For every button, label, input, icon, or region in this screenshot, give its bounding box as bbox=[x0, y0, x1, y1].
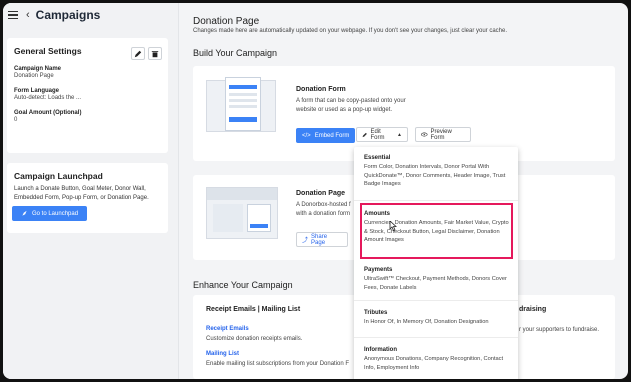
goal-amount-value: 0 bbox=[14, 117, 18, 123]
divider bbox=[354, 337, 518, 338]
launchpad-description: Launch a Donate Button, Goal Meter, Dono… bbox=[14, 186, 149, 201]
payments-items: UltraSwift™ Checkout, Payment Methods, D… bbox=[364, 276, 507, 291]
dropdown-item-amounts[interactable]: Amounts Currencies, Donation Amounts, Fa… bbox=[364, 211, 512, 245]
caret-up-icon: ▲ bbox=[397, 131, 402, 138]
campaign-name-label: Campaign Name bbox=[14, 66, 62, 72]
rocket-icon bbox=[22, 210, 27, 216]
code-icon: </> bbox=[302, 132, 311, 139]
donation-page-description-1: A Donorbox-hosted f bbox=[296, 202, 351, 208]
main-subtitle: Changes made here are automatically upda… bbox=[193, 28, 508, 34]
dropdown-item-payments[interactable]: Payments UltraSwift™ Checkout, Payment M… bbox=[364, 267, 512, 292]
donation-form-thumbnail bbox=[206, 77, 276, 132]
build-section-title: Build Your Campaign bbox=[193, 48, 278, 58]
launchpad-card: Campaign Launchpad Launch a Donate Butto… bbox=[7, 163, 168, 233]
preview-form-label: Preview Form bbox=[430, 128, 452, 141]
mouse-cursor-icon bbox=[389, 221, 397, 231]
donation-form-description: A form that can be copy-pasted onto your… bbox=[296, 98, 406, 113]
essential-items: Form Color, Donation Intervals, Donor Po… bbox=[364, 164, 506, 187]
page-title: Campaigns bbox=[35, 8, 101, 22]
preview-form-button[interactable]: Preview Form bbox=[415, 127, 471, 142]
back-chevron-icon[interactable]: ‹ bbox=[26, 9, 30, 21]
information-heading: Information bbox=[364, 347, 397, 353]
edit-button[interactable] bbox=[131, 47, 145, 60]
dropdown-item-tributes[interactable]: Tributes In Honor Of, In Memory Of, Dona… bbox=[364, 310, 512, 327]
trash-icon bbox=[151, 50, 159, 57]
donation-form-title: Donation Form bbox=[296, 86, 346, 93]
embed-form-label: Embed Form bbox=[314, 132, 350, 139]
dropdown-item-essential[interactable]: Essential Form Color, Donation Intervals… bbox=[364, 155, 512, 189]
divider bbox=[354, 200, 518, 201]
pencil-icon bbox=[134, 50, 142, 57]
form-language-value: Auto-detect: Loads the ... bbox=[14, 95, 82, 101]
form-language-label: Form Language bbox=[14, 88, 60, 94]
essential-heading: Essential bbox=[364, 155, 391, 161]
share-page-button[interactable]: ⤴ Share Page bbox=[296, 232, 348, 247]
sidebar-header: ‹ Campaigns bbox=[3, 3, 179, 27]
receipt-mailing-title: Receipt Emails | Mailing List bbox=[206, 306, 301, 313]
fundraising-title: draising bbox=[519, 306, 547, 313]
fundraising-description: r your supporters to fundraise. bbox=[519, 327, 600, 333]
donation-page-title: Donation Page bbox=[296, 190, 346, 197]
tributes-heading: Tributes bbox=[364, 310, 388, 316]
dropdown-item-information[interactable]: Information Anonymous Donations, Company… bbox=[364, 347, 512, 372]
sidebar: ‹ Campaigns General Settings Campaign Na… bbox=[3, 3, 179, 379]
mailing-list-link[interactable]: Mailing List bbox=[206, 351, 239, 357]
donation-page-thumbnail bbox=[206, 187, 278, 239]
divider bbox=[354, 300, 518, 301]
go-to-launchpad-label: Go to Launchpad bbox=[32, 210, 79, 217]
embed-form-button[interactable]: </> Embed Form bbox=[296, 128, 356, 143]
receipt-emails-link[interactable]: Receipt Emails bbox=[206, 326, 249, 332]
go-to-launchpad-button[interactable]: Go to Launchpad bbox=[12, 206, 88, 221]
edit-form-button[interactable]: Edit Form ▲ bbox=[356, 127, 408, 142]
enhance-section-title: Enhance Your Campaign bbox=[193, 280, 293, 290]
edit-form-dropdown: Essential Form Color, Donation Intervals… bbox=[354, 147, 518, 379]
payments-heading: Payments bbox=[364, 267, 393, 273]
tributes-items: In Honor Of, In Memory Of, Donation Desi… bbox=[364, 319, 489, 325]
campaign-name-value: Donation Page bbox=[14, 73, 54, 79]
donation-page-description-2: with a donation form bbox=[296, 211, 351, 217]
menu-icon[interactable] bbox=[8, 10, 18, 20]
general-settings-card: General Settings Campaign Name Donation … bbox=[7, 38, 168, 153]
goal-amount-label: Goal Amount (Optional) bbox=[14, 110, 82, 116]
share-icon: ⤴ bbox=[302, 238, 309, 244]
edit-form-label: Edit Form bbox=[370, 128, 385, 141]
delete-button[interactable] bbox=[148, 47, 162, 60]
app-window: ‹ Campaigns General Settings Campaign Na… bbox=[3, 3, 628, 379]
amounts-heading: Amounts bbox=[364, 211, 390, 217]
launchpad-title: Campaign Launchpad bbox=[14, 171, 103, 181]
receipt-emails-description: Customize donation receipts emails. bbox=[206, 336, 303, 342]
main-title: Donation Page bbox=[193, 16, 260, 27]
eye-icon bbox=[421, 132, 428, 137]
amounts-items: Currencies, Donation Amounts, Fair Marke… bbox=[364, 220, 509, 243]
mailing-list-description: Enable mailing list subscriptions from y… bbox=[206, 361, 350, 367]
information-items: Anonymous Donations, Company Recognition… bbox=[364, 356, 504, 371]
share-page-label: Share Page bbox=[311, 233, 328, 246]
pencil-icon bbox=[362, 132, 367, 137]
